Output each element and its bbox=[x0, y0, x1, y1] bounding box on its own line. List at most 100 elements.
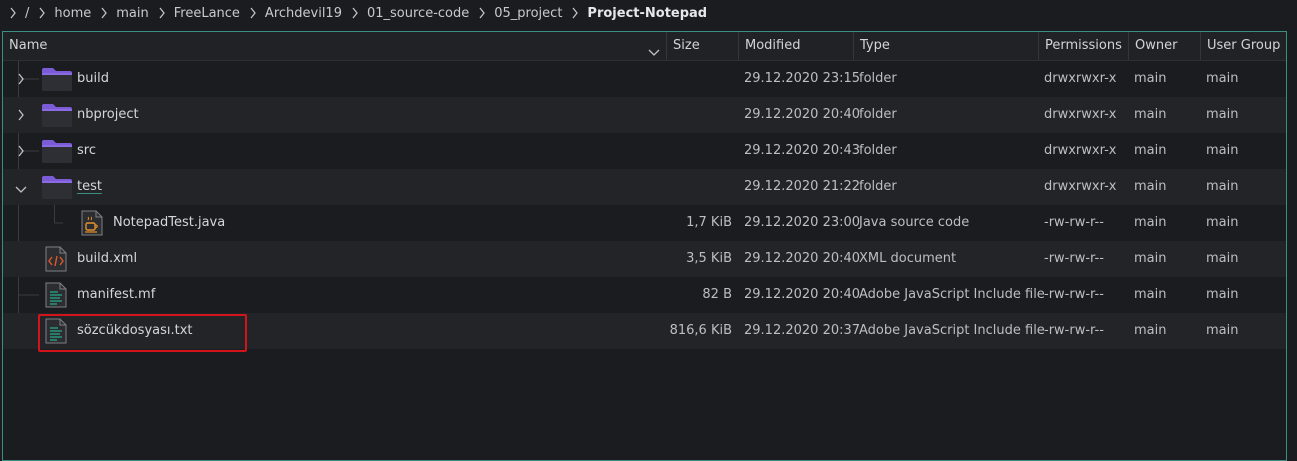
breadcrumb-home[interactable]: home bbox=[49, 6, 97, 21]
file-group: main bbox=[1206, 143, 1239, 158]
file-permissions: -rw-rw-r-- bbox=[1044, 251, 1104, 266]
file-modified: 29.12.2020 20:40 bbox=[744, 287, 861, 302]
table-row[interactable]: manifest.mf 82 B 29.12.2020 20:40 Adobe … bbox=[3, 277, 1286, 313]
column-size[interactable]: Size bbox=[667, 32, 739, 60]
file-group: main bbox=[1206, 179, 1239, 194]
chevron-right-icon bbox=[246, 7, 260, 19]
expand-chevron-down-icon[interactable] bbox=[15, 183, 27, 198]
text-file-icon bbox=[45, 282, 67, 312]
xml-file-icon bbox=[45, 246, 67, 276]
file-type: Adobe JavaScript Include file bbox=[859, 323, 1045, 338]
file-owner: main bbox=[1134, 143, 1167, 158]
file-name: build.xml bbox=[77, 251, 138, 266]
expand-chevron-right-icon[interactable] bbox=[17, 73, 25, 89]
table-row[interactable]: nbproject 29.12.2020 20:40 folder drwxrw… bbox=[3, 97, 1286, 133]
file-type: Java source code bbox=[859, 215, 970, 230]
file-permissions: drwxrwxr-x bbox=[1044, 107, 1117, 122]
file-name: NotepadTest.java bbox=[113, 215, 226, 230]
chevron-right-icon bbox=[97, 7, 111, 19]
column-name[interactable]: Name bbox=[3, 32, 667, 60]
breadcrumb-project[interactable]: 05_project bbox=[489, 6, 568, 21]
file-modified: 29.12.2020 20:37 bbox=[744, 323, 861, 338]
file-name: test bbox=[77, 179, 102, 194]
file-group: main bbox=[1206, 251, 1239, 266]
breadcrumb-archdevil19[interactable]: Archdevil19 bbox=[260, 6, 348, 21]
file-type: XML document bbox=[859, 251, 957, 266]
column-owner[interactable]: Owner bbox=[1129, 32, 1201, 60]
breadcrumb-root[interactable]: / bbox=[20, 6, 35, 21]
file-size bbox=[667, 169, 732, 205]
file-modified: 29.12.2020 20:40 bbox=[744, 251, 861, 266]
file-size: 82 B bbox=[702, 287, 732, 302]
column-permissions[interactable]: Permissions bbox=[1039, 32, 1129, 60]
chevron-right-icon bbox=[475, 7, 489, 19]
file-group: main bbox=[1206, 107, 1239, 122]
file-group: main bbox=[1206, 323, 1239, 338]
file-size: 3,5 KiB bbox=[686, 251, 732, 266]
file-type: folder bbox=[859, 179, 897, 194]
file-size bbox=[667, 97, 732, 133]
highlight-box bbox=[38, 314, 247, 352]
column-type[interactable]: Type bbox=[854, 32, 1039, 60]
file-owner: main bbox=[1134, 287, 1167, 302]
file-type: folder bbox=[859, 71, 897, 86]
expand-chevron-right-icon[interactable] bbox=[17, 109, 25, 125]
file-type: folder bbox=[859, 143, 897, 158]
file-group: main bbox=[1206, 287, 1239, 302]
file-modified: 29.12.2020 20:40 bbox=[744, 107, 861, 122]
file-modified: 29.12.2020 23:15 bbox=[744, 71, 861, 86]
file-size: 816,6 KiB bbox=[669, 323, 732, 338]
file-owner: main bbox=[1134, 179, 1167, 194]
chevron-right-icon bbox=[348, 7, 362, 19]
file-permissions: -rw-rw-r-- bbox=[1044, 287, 1104, 302]
file-permissions: drwxrwxr-x bbox=[1044, 179, 1117, 194]
table-row[interactable]: test 29.12.2020 21:22 folder drwxrwxr-x … bbox=[3, 169, 1286, 205]
column-header: Name Size Modified Type Permissions Owne… bbox=[3, 32, 1286, 61]
file-size bbox=[667, 133, 732, 169]
file-name: nbproject bbox=[77, 107, 139, 122]
file-permissions: drwxrwxr-x bbox=[1044, 71, 1117, 86]
file-owner: main bbox=[1134, 323, 1167, 338]
table-row[interactable]: build 29.12.2020 23:15 folder drwxrwxr-x… bbox=[3, 61, 1286, 97]
table-row[interactable]: NotepadTest.java 1,7 KiB 29.12.2020 23:0… bbox=[3, 205, 1286, 241]
file-group: main bbox=[1206, 215, 1239, 230]
breadcrumb-current[interactable]: Project-Notepad bbox=[582, 6, 713, 21]
column-name-label: Name bbox=[9, 38, 48, 53]
file-group: main bbox=[1206, 71, 1239, 86]
file-permissions: -rw-rw-r-- bbox=[1044, 215, 1104, 230]
folder-open-icon bbox=[41, 174, 73, 204]
file-permissions: drwxrwxr-x bbox=[1044, 143, 1117, 158]
file-permissions: -rw-rw-r-- bbox=[1044, 323, 1104, 338]
chevron-right-icon bbox=[35, 7, 49, 19]
file-name: manifest.mf bbox=[77, 287, 156, 302]
chevron-right-icon bbox=[6, 7, 20, 19]
breadcrumb-source-code[interactable]: 01_source-code bbox=[362, 6, 475, 21]
file-modified: 29.12.2020 23:00 bbox=[744, 215, 861, 230]
chevron-right-icon bbox=[155, 7, 169, 19]
file-list-view[interactable]: Name Size Modified Type Permissions Owne… bbox=[2, 31, 1287, 461]
column-modified[interactable]: Modified bbox=[739, 32, 854, 60]
folder-icon bbox=[41, 138, 73, 168]
file-owner: main bbox=[1134, 71, 1167, 86]
breadcrumb-freelance[interactable]: FreeLance bbox=[169, 6, 246, 21]
file-modified: 29.12.2020 20:43 bbox=[744, 143, 861, 158]
folder-icon bbox=[41, 102, 73, 132]
file-modified: 29.12.2020 21:22 bbox=[744, 179, 861, 194]
file-owner: main bbox=[1134, 215, 1167, 230]
file-name: build bbox=[77, 71, 109, 86]
expand-chevron-right-icon[interactable] bbox=[17, 145, 25, 161]
file-size: 1,7 KiB bbox=[686, 215, 732, 230]
java-file-icon bbox=[81, 210, 103, 240]
file-size bbox=[667, 61, 732, 97]
breadcrumb-main[interactable]: main bbox=[111, 6, 154, 21]
table-row[interactable]: build.xml 3,5 KiB 29.12.2020 20:40 XML d… bbox=[3, 241, 1286, 277]
table-row[interactable]: src 29.12.2020 20:43 folder drwxrwxr-x m… bbox=[3, 133, 1286, 169]
chevron-right-icon bbox=[568, 7, 582, 19]
file-type: Adobe JavaScript Include file bbox=[859, 287, 1045, 302]
column-user-group[interactable]: User Group bbox=[1201, 32, 1286, 60]
file-owner: main bbox=[1134, 107, 1167, 122]
file-name: src bbox=[77, 143, 96, 158]
breadcrumb: / home main FreeLance Archdevil19 01_sou… bbox=[0, 0, 1297, 26]
file-owner: main bbox=[1134, 251, 1167, 266]
file-type: folder bbox=[859, 107, 897, 122]
